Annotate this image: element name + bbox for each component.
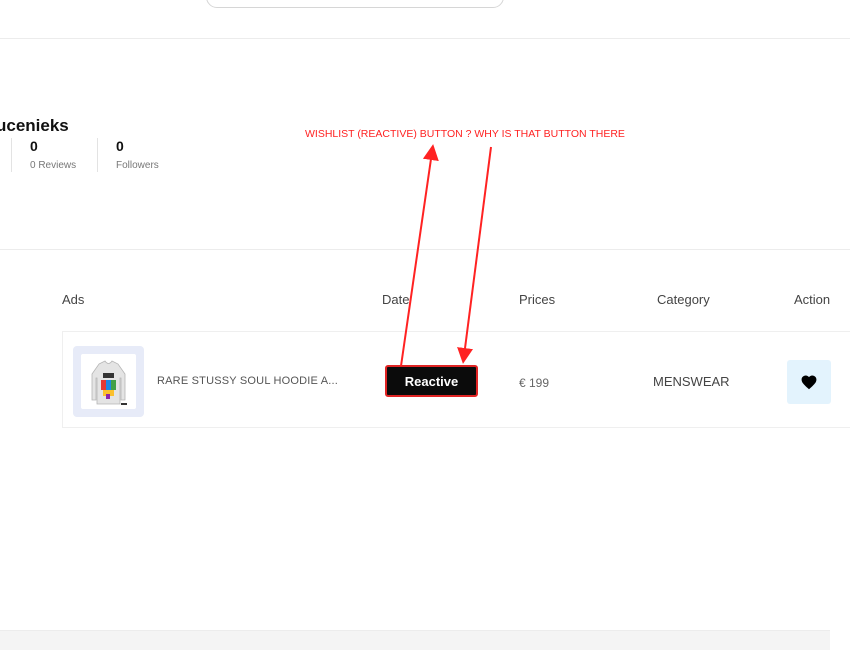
product-title[interactable]: RARE STUSSY SOUL HOODIE A... xyxy=(157,375,338,387)
profile-divider xyxy=(0,249,850,250)
column-header-date: Date xyxy=(382,292,410,307)
followers-label: Followers xyxy=(116,160,159,171)
stat-divider xyxy=(11,138,12,172)
product-thumbnail[interactable] xyxy=(73,346,144,417)
column-header-category: Category xyxy=(657,292,710,307)
header-divider xyxy=(0,38,850,39)
annotation-note: WISHLIST (REACTIVE) BUTTON ? WHY IS THAT… xyxy=(305,128,625,140)
product-price: € 199 xyxy=(519,376,550,390)
followers-count: 0 xyxy=(116,138,124,154)
product-category: MENSWEAR xyxy=(653,374,730,389)
hoodie-image xyxy=(81,354,136,409)
reviews-count: 0 xyxy=(30,138,38,154)
page: ucenieks 0 0 Reviews 0 Followers Ads Dat… xyxy=(0,0,850,650)
footer xyxy=(0,630,830,650)
stat-divider xyxy=(97,138,98,172)
column-header-prices: Prices xyxy=(519,292,556,307)
profile-name: ucenieks xyxy=(0,116,69,135)
reactive-button[interactable]: Reactive xyxy=(385,365,478,397)
search-bar[interactable] xyxy=(206,0,504,8)
annotation-arrows xyxy=(400,144,492,367)
reviews-label: 0 Reviews xyxy=(30,160,77,171)
annotation-arrow-down xyxy=(457,146,492,364)
wishlist-button[interactable] xyxy=(787,360,831,404)
heart-icon xyxy=(801,375,817,390)
column-header-action: Action xyxy=(794,292,831,307)
column-header-ads: Ads xyxy=(62,292,85,307)
